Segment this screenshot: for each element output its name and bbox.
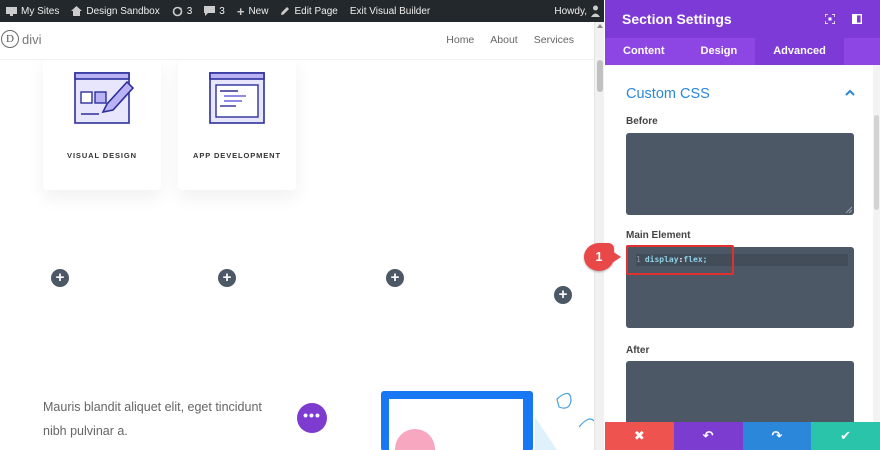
add-module-button[interactable]: +: [51, 269, 69, 287]
panel-header: Section Settings: [605, 0, 880, 38]
after-css-field[interactable]: [626, 361, 854, 422]
scroll-up-icon[interactable]: [597, 24, 603, 28]
discard-button[interactable]: ✖: [605, 422, 674, 450]
redo-icon: ↷: [771, 428, 783, 443]
undo-button[interactable]: ↶: [673, 422, 743, 450]
panel-footer: ✖ ↶ ↷ ✔: [605, 422, 880, 450]
panel-scroll-thumb[interactable]: [874, 115, 879, 210]
chevron-up-icon[interactable]: [845, 89, 855, 96]
tab-design[interactable]: Design: [683, 38, 756, 65]
custom-css-toggle-title[interactable]: Custom CSS: [626, 86, 710, 102]
screen: My Sites Design Sandbox 3 3 + New Edit P…: [0, 0, 880, 450]
nav-item-home[interactable]: Home: [446, 34, 474, 46]
plus-icon: +: [236, 3, 245, 19]
body-paragraph: Mauris blandit aliquet elit, eget tincid…: [43, 400, 262, 438]
panel-body: Custom CSS Before Main Element 1 display:…: [605, 65, 873, 422]
nav-item-about[interactable]: About: [490, 34, 517, 46]
divi-logo-icon: D: [1, 30, 19, 48]
comments-count: 3: [219, 5, 225, 17]
updates-count: 3: [186, 5, 193, 17]
service-card[interactable]: APP DEVELOPMENT: [178, 61, 296, 190]
new-link[interactable]: + New: [231, 0, 275, 22]
wp-admin-bar: My Sites Design Sandbox 3 3 + New Edit P…: [0, 0, 604, 22]
before-css-field[interactable]: [626, 133, 854, 215]
home-icon: [71, 6, 83, 16]
site-name-label: Design Sandbox: [86, 5, 160, 17]
save-button[interactable]: ✔: [811, 422, 880, 450]
updates-link[interactable]: 3: [166, 0, 199, 22]
check-icon: ✔: [840, 428, 852, 443]
my-sites-link[interactable]: My Sites: [0, 0, 65, 22]
add-row-button[interactable]: +: [554, 286, 572, 304]
expand-icon[interactable]: [825, 14, 835, 24]
after-label: After: [626, 345, 650, 356]
logo-text: divi: [22, 31, 42, 47]
highlight-box: [626, 245, 734, 275]
snap-sidebar-icon[interactable]: [852, 14, 862, 24]
panel-scrollbar[interactable]: [873, 65, 880, 422]
builder-settings-button[interactable]: •••: [297, 403, 327, 433]
exit-builder-label: Exit Visual Builder: [349, 5, 431, 17]
howdy-label: Howdy,: [554, 5, 587, 17]
close-icon: ✖: [633, 428, 645, 443]
new-label: New: [248, 5, 269, 17]
sites-icon: [6, 6, 17, 16]
comments-link[interactable]: 3: [198, 0, 231, 22]
undo-icon: ↶: [702, 428, 714, 443]
design-pencil-icon: [74, 72, 135, 124]
edit-page-link[interactable]: Edit Page: [274, 0, 343, 22]
panel-title: Section Settings: [622, 11, 732, 27]
updates-icon: [172, 6, 183, 16]
my-sites-label: My Sites: [21, 5, 60, 17]
site-logo[interactable]: D divi: [1, 30, 42, 48]
scroll-thumb[interactable]: [597, 60, 603, 92]
pencil-icon: [281, 7, 290, 15]
resize-handle-icon[interactable]: [845, 206, 852, 213]
nav-item-services[interactable]: Services: [534, 34, 574, 46]
add-module-button[interactable]: +: [218, 269, 236, 287]
card-label: VISUAL DESIGN: [67, 151, 137, 160]
main-nav: Home About Services: [446, 34, 574, 46]
tab-content[interactable]: Content: [605, 38, 683, 65]
page-scrollbar[interactable]: [594, 22, 604, 450]
builder-canvas: VISUAL DESIGN APP DEVELOPMENT + + + + Ma…: [0, 61, 594, 450]
service-card[interactable]: VISUAL DESIGN: [43, 61, 161, 190]
redo-button[interactable]: ↷: [742, 422, 812, 450]
section-settings-panel: Section Settings Content Design Advanced…: [605, 0, 880, 450]
exit-visual-builder-link[interactable]: Exit Visual Builder: [344, 0, 436, 22]
site-name-link[interactable]: Design Sandbox: [65, 0, 165, 22]
comment-icon: [204, 6, 216, 16]
account-menu[interactable]: Howdy,: [548, 0, 604, 22]
panel-tabs: Content Design Advanced: [605, 38, 880, 65]
site-header: D divi Home About Services: [0, 22, 594, 60]
illustration-image: [381, 391, 594, 450]
avatar-icon: [591, 5, 600, 17]
main-element-label: Main Element: [626, 230, 691, 241]
callout-badge: 1: [584, 243, 621, 271]
card-label: APP DEVELOPMENT: [193, 151, 281, 160]
app-window-icon: [209, 72, 265, 124]
add-module-button[interactable]: +: [386, 269, 404, 287]
before-label: Before: [626, 116, 658, 127]
tab-advanced[interactable]: Advanced: [755, 38, 844, 65]
edit-page-label: Edit Page: [294, 5, 338, 17]
